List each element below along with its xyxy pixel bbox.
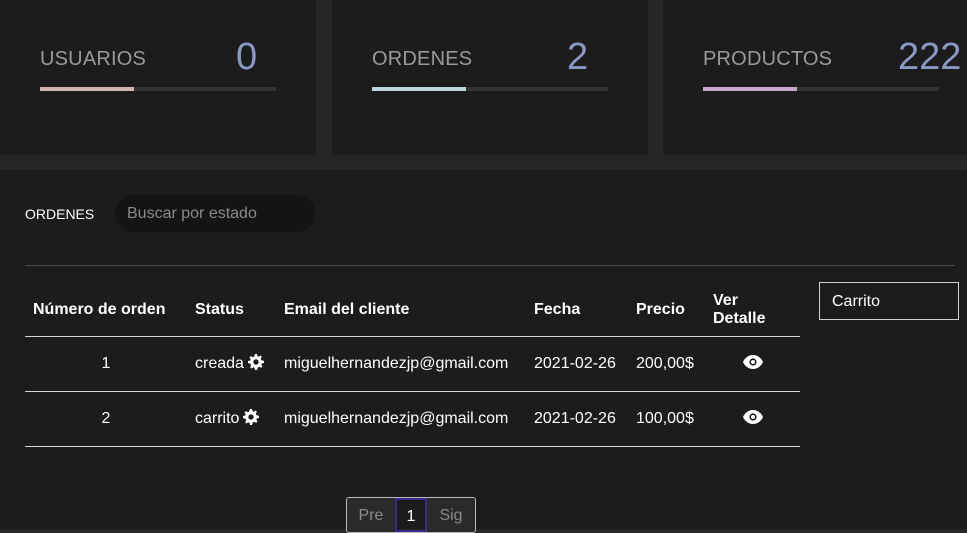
header-status: Status	[187, 284, 276, 337]
search-input[interactable]	[115, 195, 315, 232]
table-row: 2 carrito miguelhernandezjp@gmail.com 20…	[25, 391, 800, 447]
order-status-cell: creada	[187, 336, 276, 392]
order-email: miguelhernandezjp@gmail.com	[276, 391, 526, 447]
progress-fill	[40, 87, 135, 91]
pagination-prev-button[interactable]: Pre	[347, 498, 395, 532]
progress-track	[703, 87, 939, 91]
stat-card-orders: ORDENES 2	[332, 0, 648, 155]
stat-label: PRODUCTOS	[703, 48, 833, 70]
orders-panel: ORDENES Número de orden Status Email del…	[0, 170, 967, 533]
progress-track	[40, 87, 276, 91]
progress-fill	[703, 87, 798, 91]
table-row: 1 creada miguelhernandezjp@gmail.com 202…	[25, 336, 800, 392]
order-status: carrito	[195, 409, 240, 427]
stat-label: ORDENES	[372, 48, 473, 70]
order-number: 1	[25, 336, 187, 392]
pagination-current-page[interactable]: 1	[395, 498, 427, 532]
stat-card-users: USUARIOS 0	[0, 0, 316, 155]
order-date: 2021-02-26	[526, 336, 628, 392]
order-price: 200,00$	[628, 336, 705, 392]
stat-card-products: PRODUCTOS 222	[663, 0, 967, 155]
order-number: 2	[25, 391, 187, 447]
orders-table: Número de orden Status Email del cliente…	[25, 284, 800, 447]
header-detail: Ver Detalle	[705, 284, 800, 337]
order-detail-cell	[705, 391, 800, 447]
status-select[interactable]: Carrito	[819, 282, 959, 320]
header-email: Email del cliente	[276, 284, 526, 337]
gear-icon[interactable]	[243, 408, 260, 430]
header-order-number: Número de orden	[25, 284, 187, 337]
stat-value: 0	[236, 36, 258, 78]
order-email: miguelhernandezjp@gmail.com	[276, 336, 526, 392]
stat-label: USUARIOS	[40, 48, 147, 70]
progress-fill	[372, 87, 467, 91]
section-title: ORDENES	[25, 206, 95, 222]
pagination: Pre 1 Sig	[346, 497, 476, 533]
order-date: 2021-02-26	[526, 391, 628, 447]
order-detail-cell	[705, 336, 800, 392]
eye-icon[interactable]	[742, 354, 763, 374]
stat-value: 2	[567, 36, 589, 78]
pagination-next-button[interactable]: Sig	[427, 498, 475, 532]
progress-track	[372, 87, 608, 91]
divider	[25, 265, 955, 266]
stat-value: 222	[898, 36, 962, 78]
order-status-cell: carrito	[187, 391, 276, 447]
eye-icon[interactable]	[742, 409, 763, 429]
table-header-row: Número de orden Status Email del cliente…	[25, 284, 800, 337]
order-price: 100,00$	[628, 391, 705, 447]
order-status: creada	[195, 354, 244, 372]
gear-icon[interactable]	[247, 353, 264, 375]
header-date: Fecha	[526, 284, 628, 337]
header-price: Precio	[628, 284, 705, 337]
